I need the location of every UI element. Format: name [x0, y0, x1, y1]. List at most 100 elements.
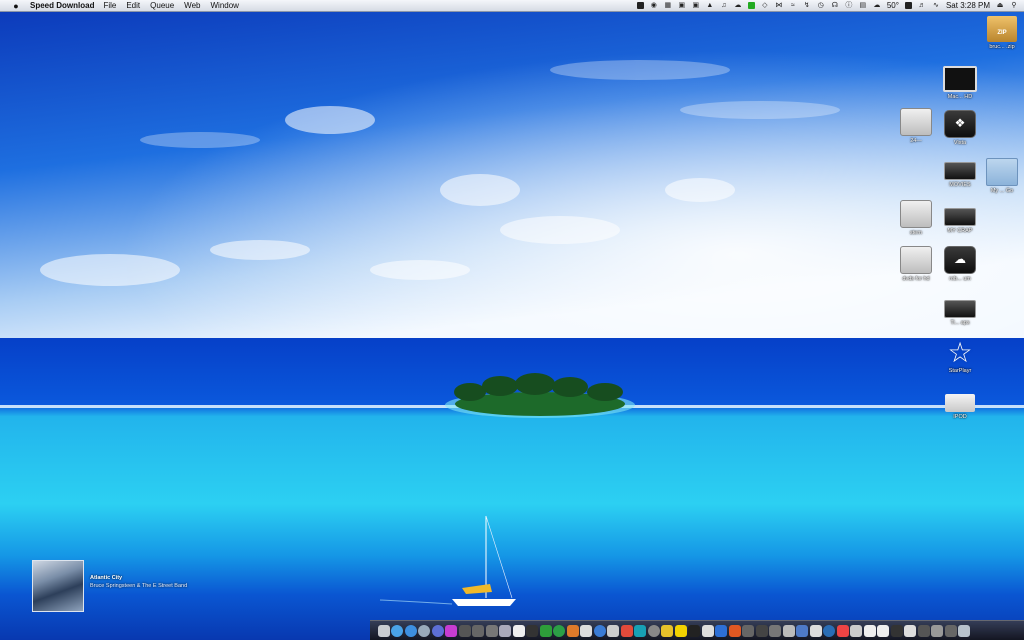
app-icon[interactable]	[458, 624, 471, 637]
zip-archive-icon: ZIP	[987, 16, 1017, 42]
app-icon[interactable]	[755, 624, 768, 637]
stickies-icon[interactable]	[674, 624, 687, 637]
butterfly-icon[interactable]: ⋈	[775, 2, 783, 10]
weather-icon[interactable]: ☁	[873, 2, 881, 10]
app-icon[interactable]	[931, 624, 944, 637]
desktop-icon-my-go[interactable]: My ... Go	[980, 158, 1024, 194]
desktop-icon-24[interactable]: 24—	[894, 108, 938, 144]
app-icon[interactable]	[647, 624, 660, 637]
now-playing-widget[interactable]: Atlantic City Bruce Springsteen & The E …	[32, 560, 232, 612]
headphones-icon[interactable]: ☊	[831, 2, 839, 10]
desktop-icon-stern[interactable]: stern	[894, 200, 938, 236]
sync-icon[interactable]: ◉	[650, 2, 658, 10]
desktop-icon-label: MOVIES	[949, 182, 971, 188]
app-icon[interactable]	[917, 624, 930, 637]
app-icon[interactable]	[850, 624, 863, 637]
globe-icon[interactable]	[404, 624, 417, 637]
trash-icon[interactable]	[958, 624, 971, 637]
desktop-icon-label: dvds for hd	[902, 276, 930, 282]
menu-file[interactable]: File	[103, 1, 116, 10]
document-icon[interactable]	[863, 624, 876, 637]
app-icon[interactable]	[607, 624, 620, 637]
diamond-icon[interactable]: ◇	[761, 2, 769, 10]
teal-app-icon[interactable]	[634, 624, 647, 637]
app-icon[interactable]	[742, 624, 755, 637]
photo-icon[interactable]	[431, 624, 444, 637]
red-app-icon[interactable]	[620, 624, 633, 637]
music-note-icon[interactable]: ♫	[720, 2, 728, 10]
desktop-icon-vista[interactable]: ❖ Vista	[938, 110, 982, 146]
app-icon[interactable]	[728, 624, 741, 637]
desktop-icon-label: rob... um	[949, 276, 971, 282]
cloud-icon[interactable]: ☁	[734, 2, 742, 10]
bars-icon[interactable]: ▤	[859, 2, 867, 10]
desktop-icon-mac-hd[interactable]: Mac... HD	[938, 66, 982, 100]
volume-icon[interactable]: ♬	[918, 2, 926, 10]
app-icon[interactable]	[472, 624, 485, 637]
temperature-readout[interactable]: 50°	[887, 1, 899, 10]
desktop-icon-rob[interactable]: ☁ rob... um	[938, 246, 982, 282]
spotlight-search-icon[interactable]: ⚲	[1010, 2, 1018, 10]
app-icon[interactable]	[701, 624, 714, 637]
app-store-icon[interactable]	[715, 624, 728, 637]
input-menu-icon[interactable]	[904, 2, 912, 9]
time-machine-icon[interactable]: ◷	[817, 2, 825, 10]
system-icon[interactable]	[418, 624, 431, 637]
desktop-icon-label: stern	[909, 230, 923, 236]
bolt-icon[interactable]: ↯	[803, 2, 811, 10]
dashboard-icon[interactable]	[512, 624, 525, 637]
green-app-icon[interactable]	[539, 624, 552, 637]
calculator-icon[interactable]	[499, 624, 512, 637]
app-icon[interactable]	[823, 624, 836, 637]
info-icon[interactable]: ⓘ	[845, 2, 853, 10]
menu-extras: ◉ ▦ ▣ ▣ ▲ ♫ ☁ ◇ ⋈ ≈ ↯ ◷ ☊ ⓘ ▤ ☁ 50° ♬ ∿ …	[631, 0, 1018, 11]
signal-icon[interactable]: ≈	[789, 2, 797, 10]
finder-icon[interactable]	[377, 624, 390, 637]
orange-app-icon[interactable]	[566, 624, 579, 637]
chat-icon[interactable]	[553, 624, 566, 637]
hard-disk-icon	[944, 162, 976, 180]
app-menu[interactable]: Speed Download	[30, 1, 94, 10]
desktop-icon-zip[interactable]: ZIP bruc... .zip	[980, 16, 1024, 50]
desktop-icon-starplayr[interactable]: ☆ StarPlayr	[938, 337, 982, 375]
safari-icon[interactable]	[391, 624, 404, 637]
hard-disk-icon	[944, 300, 976, 318]
app-icon[interactable]	[782, 624, 795, 637]
app-icon[interactable]	[836, 624, 849, 637]
app-icon[interactable]	[688, 624, 701, 637]
status-app-icon[interactable]	[636, 2, 644, 9]
star-icon: ☆	[947, 337, 973, 368]
app-icon[interactable]	[904, 624, 917, 637]
blue-app-icon[interactable]	[593, 624, 606, 637]
app-icon[interactable]	[944, 624, 957, 637]
app-icon[interactable]	[769, 624, 782, 637]
app-icon[interactable]	[485, 624, 498, 637]
documents-stack-icon[interactable]	[809, 624, 822, 637]
wifi-icon[interactable]: ∿	[932, 2, 940, 10]
desktop-icon-movies[interactable]: MOVIES	[938, 156, 982, 188]
desktop-icon-ti-aps[interactable]: Ti... aps	[938, 294, 982, 326]
desktop-icon-my-crap[interactable]: MY CRAP	[938, 202, 982, 234]
menu-queue[interactable]: Queue	[150, 1, 174, 10]
pin-icon[interactable]: ▲	[706, 2, 714, 10]
eject-icon[interactable]: ⏏	[996, 2, 1004, 10]
yellow-app-icon[interactable]	[661, 624, 674, 637]
cart-icon[interactable]: ▣	[692, 2, 700, 10]
desktop-icon-ipod[interactable]: IPOD	[938, 390, 982, 420]
apple-menu-icon[interactable]: ●	[10, 1, 22, 11]
green-status-icon[interactable]	[747, 2, 755, 9]
terminal-icon[interactable]	[526, 624, 539, 637]
lock-icon[interactable]: ▣	[678, 2, 686, 10]
document-icon[interactable]	[877, 624, 890, 637]
menu-edit[interactable]: Edit	[126, 1, 140, 10]
desktop-icon-label: MY CRAP	[947, 228, 973, 234]
app-icon[interactable]	[890, 624, 903, 637]
menu-clock[interactable]: Sat 3:28 PM	[946, 1, 990, 10]
folder-stack-icon[interactable]	[796, 624, 809, 637]
media-icon[interactable]	[445, 624, 458, 637]
menu-web[interactable]: Web	[184, 1, 200, 10]
grid-icon[interactable]: ▦	[664, 2, 672, 10]
desktop-icon-dvds[interactable]: dvds for hd	[894, 246, 938, 282]
menu-window[interactable]: Window	[210, 1, 238, 10]
preview-icon[interactable]	[580, 624, 593, 637]
